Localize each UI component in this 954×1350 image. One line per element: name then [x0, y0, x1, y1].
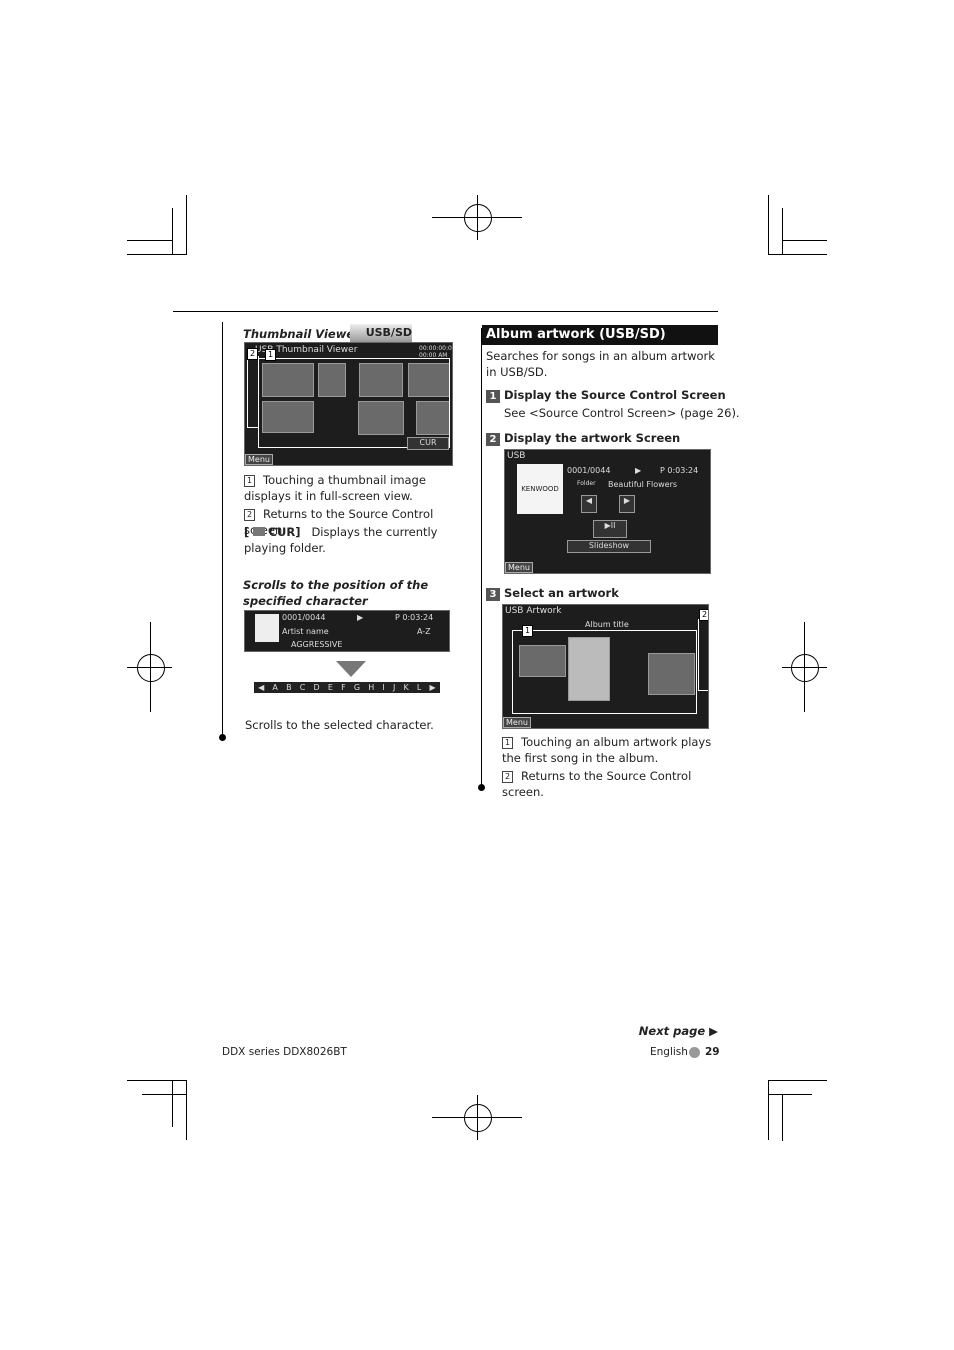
alphabet-key[interactable]: ▶: [430, 682, 436, 693]
source-control-screenshot: USB KENWOOD 0001/0044 ▶ P 0:03:24 Folder…: [504, 449, 711, 574]
alphabet-key[interactable]: D: [314, 682, 320, 693]
az-button[interactable]: A-Z: [417, 627, 431, 636]
alphabet-key[interactable]: I: [382, 682, 384, 693]
manual-page: Thumbnail Viewer USB/SD USB Thumbnail Vi…: [0, 0, 954, 1350]
menu-button[interactable]: Menu: [245, 454, 273, 465]
thumbnail-viewer-screenshot: USB Thumbnail Viewer 00:00:00:00 00:00 A…: [244, 342, 453, 466]
alphabet-key[interactable]: G: [354, 682, 360, 693]
language-label: English: [650, 1046, 688, 1058]
page-number: 29: [705, 1046, 720, 1058]
alphabet-bar[interactable]: ◀ A B C D E F G H I J K L ▶: [254, 682, 440, 693]
alphabet-key[interactable]: H: [368, 682, 374, 693]
intro-text: Searches for songs in an album artwork i…: [486, 349, 715, 379]
cur-item: [ CUR] Displays the currently playing fo…: [244, 525, 438, 555]
menu-button[interactable]: Menu: [503, 717, 531, 728]
slideshow-button[interactable]: Slideshow: [567, 540, 651, 553]
alphabet-key[interactable]: J: [393, 682, 395, 693]
page-dot-icon: [689, 1047, 700, 1058]
arrow-down-icon: [336, 661, 366, 677]
alphabet-key[interactable]: K: [403, 682, 408, 693]
list-item: 2 Returns to the Source Control screen.: [502, 769, 692, 799]
section-title: Album artwork (USB/SD): [482, 325, 718, 345]
alphabet-key[interactable]: ◀: [258, 682, 264, 693]
step-2: 2 Display the artwork Screen: [486, 430, 680, 446]
next-page-link[interactable]: Next page ▶: [620, 1023, 718, 1039]
alphabet-key[interactable]: B: [286, 682, 292, 693]
usb-artwork-screenshot: USB Artwork Album title 1 2 Menu: [502, 604, 709, 729]
alphabet-key[interactable]: A: [272, 682, 277, 693]
screen-time: 00:00:00:00 00:00 AM: [419, 345, 453, 359]
alphabet-key[interactable]: L: [417, 682, 421, 693]
alphabet-key[interactable]: E: [328, 682, 333, 693]
alphabet-key[interactable]: F: [341, 682, 346, 693]
list-item: 1 Touching an album artwork plays the fir…: [502, 735, 712, 765]
alphabet-key[interactable]: C: [300, 682, 306, 693]
step-3: 3 Select an artwork: [486, 585, 619, 601]
step-1: 1 Display the Source Control Screen: [486, 387, 726, 403]
step-1-text: See <Source Control Screen> (page 26).: [504, 406, 740, 420]
menu-button[interactable]: Menu: [505, 562, 533, 573]
model-label: DDX series DDX8026BT: [222, 1046, 347, 1058]
scroll-heading: Scrolls to the position of the specified…: [243, 578, 429, 608]
list-item: 1 Touching a thumbnail image displays it …: [244, 473, 426, 503]
usb-sd-badge: USB/SD: [350, 324, 412, 342]
scroll-caption: Scrolls to the selected character.: [245, 718, 434, 732]
scroll-screenshot: 0001/0044 ▶ P 0:03:24 Artist name A-Z AG…: [244, 610, 450, 652]
thumbnail-viewer-heading: Thumbnail Viewer: [243, 327, 360, 341]
cur-button[interactable]: CUR: [407, 437, 449, 450]
